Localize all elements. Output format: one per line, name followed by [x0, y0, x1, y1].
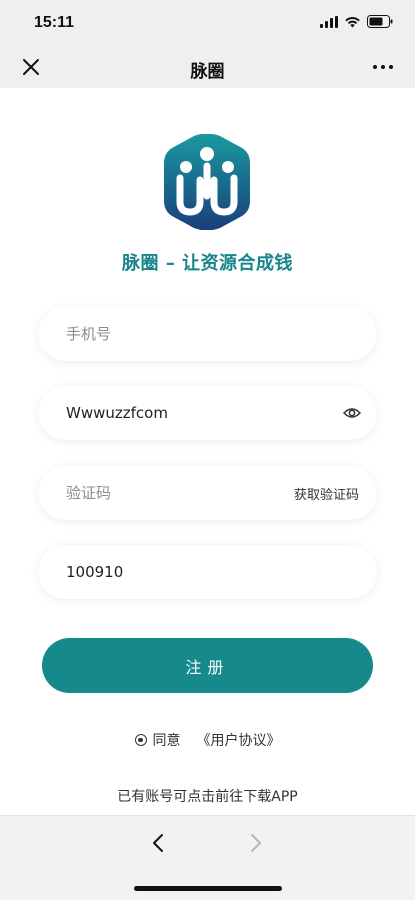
home-indicator	[134, 886, 282, 891]
download-app-text[interactable]: 已有账号可点击前往下载APP	[0, 786, 415, 806]
get-code-button[interactable]: 获取验证码	[294, 484, 359, 503]
signal-icon	[320, 15, 338, 28]
browser-toolbar	[0, 815, 415, 900]
status-icons	[320, 15, 393, 28]
chevron-right-icon	[251, 834, 261, 852]
nav-bar: 脉圈	[0, 46, 415, 88]
app-logo	[164, 134, 250, 230]
wifi-icon	[345, 16, 360, 27]
status-bar: 15:11	[0, 0, 415, 46]
code-input[interactable]	[66, 466, 316, 520]
user-agreement-link[interactable]: 《用户协议》	[197, 730, 281, 750]
phone-input[interactable]	[66, 307, 316, 361]
agree-label: 同意	[152, 733, 181, 749]
password-input[interactable]	[66, 386, 316, 440]
slogan: 脉圈 – 让资源合成钱	[121, 253, 294, 274]
register-button[interactable]: 注册	[42, 638, 373, 693]
password-field	[38, 386, 377, 440]
invite-field	[38, 545, 377, 599]
status-time: 15:11	[34, 14, 75, 31]
code-field: 获取验证码	[38, 466, 377, 520]
agreement-row: 同意 《用户协议》	[0, 730, 415, 750]
page-title: 脉圈	[190, 62, 225, 82]
chevron-left-icon[interactable]	[150, 832, 166, 854]
more-icon[interactable]	[371, 58, 395, 76]
invite-code-input[interactable]	[66, 545, 316, 599]
agree-radio[interactable]	[134, 734, 147, 746]
eye-icon[interactable]	[343, 404, 361, 422]
battery-icon	[367, 15, 393, 28]
phone-field	[38, 307, 377, 361]
